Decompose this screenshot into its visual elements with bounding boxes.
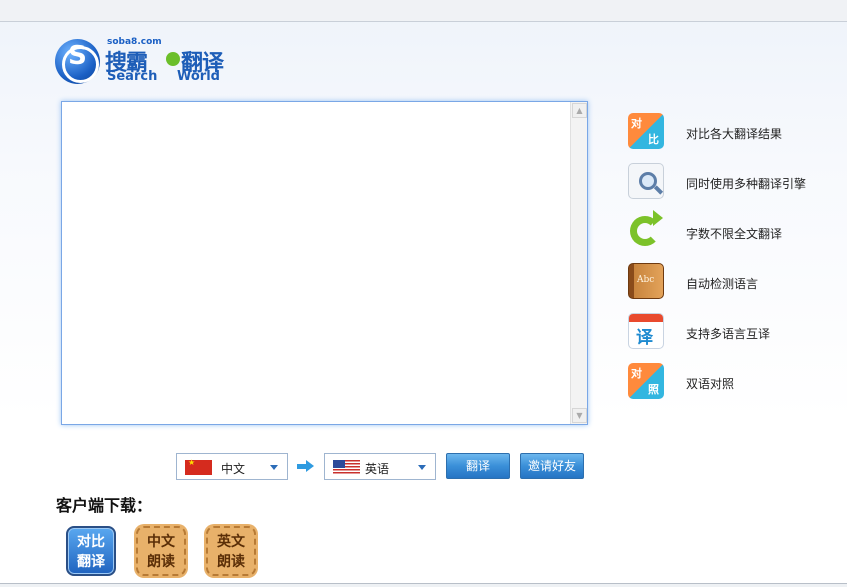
logo-en-part1: Search bbox=[107, 69, 158, 84]
search-doc-icon bbox=[628, 163, 664, 199]
feature-label: 支持多语言互译 bbox=[686, 327, 771, 341]
target-language-label: 英语 bbox=[365, 462, 390, 476]
feature-auto-detect: Abc 自动检测语言 bbox=[628, 263, 838, 303]
source-text-input[interactable] bbox=[62, 102, 570, 424]
logo[interactable]: S soba8.com 搜霸 翻译 Search World bbox=[55, 37, 245, 88]
feature-label: 双语对照 bbox=[686, 377, 735, 391]
feature-compare: 对比 对比各大翻译结果 bbox=[628, 113, 838, 153]
download-label: 对比 bbox=[77, 534, 105, 550]
chevron-down-icon bbox=[418, 465, 426, 470]
download-label: 英文 bbox=[217, 534, 245, 550]
feature-label: 字数不限全文翻译 bbox=[686, 227, 783, 241]
arrow-right-icon bbox=[297, 460, 315, 472]
feature-bilingual: 对照 双语对照 bbox=[628, 363, 838, 403]
page-bottom-border bbox=[0, 583, 847, 587]
feature-label: 对比各大翻译结果 bbox=[686, 127, 783, 141]
chevron-down-icon bbox=[270, 465, 278, 470]
feature-multi-engine: 同时使用多种翻译引擎 bbox=[628, 163, 838, 203]
text-scrollbar[interactable]: ▲ ▼ bbox=[570, 102, 587, 424]
download-chinese-reader[interactable]: 中文 朗读 bbox=[136, 526, 186, 576]
compare-icon: 对比 bbox=[628, 113, 664, 149]
us-flag-icon bbox=[333, 460, 360, 475]
logo-dot-icon bbox=[166, 52, 180, 66]
source-language-select[interactable]: 中文 bbox=[176, 453, 288, 480]
scroll-down-icon[interactable]: ▼ bbox=[572, 408, 587, 423]
source-language-label: 中文 bbox=[221, 462, 246, 476]
download-label: 翻译 bbox=[77, 554, 105, 570]
download-compare-translate[interactable]: 对比 翻译 bbox=[66, 526, 116, 576]
source-text-box: ▲ ▼ bbox=[61, 101, 588, 425]
logo-en-part2: World bbox=[177, 69, 220, 84]
refresh-icon bbox=[628, 210, 664, 249]
logo-mark: S bbox=[68, 41, 87, 71]
feature-unlimited: 字数不限全文翻译 bbox=[628, 210, 838, 253]
invite-friends-button[interactable]: 邀请好友 bbox=[520, 453, 584, 479]
calendar-translate-icon: 译 bbox=[628, 313, 664, 349]
scroll-up-icon[interactable]: ▲ bbox=[572, 103, 587, 118]
feature-label: 自动检测语言 bbox=[686, 277, 759, 291]
china-flag-icon bbox=[185, 458, 212, 475]
download-label: 朗读 bbox=[217, 554, 245, 570]
download-english-reader[interactable]: 英文 朗读 bbox=[206, 526, 256, 576]
browser-top-strip bbox=[0, 0, 847, 22]
feature-label: 同时使用多种翻译引擎 bbox=[686, 177, 807, 191]
download-label: 朗读 bbox=[147, 554, 175, 570]
target-language-select[interactable]: 英语 bbox=[324, 453, 436, 480]
book-icon: Abc bbox=[628, 263, 664, 299]
feature-multi-language: 译 支持多语言互译 bbox=[628, 313, 838, 353]
client-download-title: 客户端下载： bbox=[56, 496, 153, 515]
translate-button[interactable]: 翻译 bbox=[446, 453, 510, 479]
contrast-icon: 对照 bbox=[628, 363, 664, 399]
download-label: 中文 bbox=[147, 534, 175, 550]
